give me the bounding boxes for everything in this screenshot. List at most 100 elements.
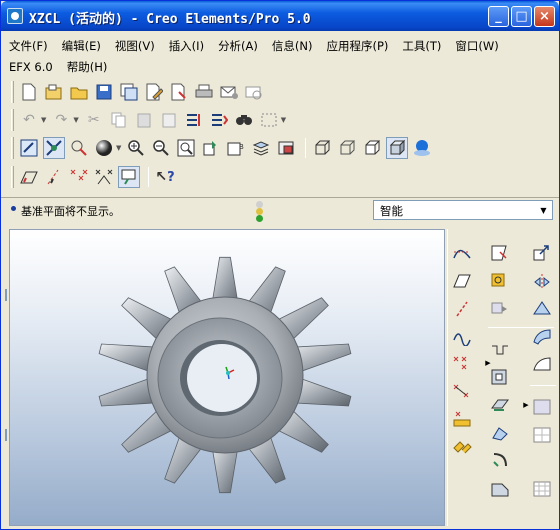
enhanced-realism-icon[interactable] [411, 137, 433, 159]
regenerate-icon[interactable] [183, 109, 205, 131]
mail-link-icon[interactable] [243, 81, 265, 103]
svg-text:B: B [239, 143, 244, 151]
appearance-icon[interactable] [93, 137, 115, 159]
copy-geometry-icon[interactable] [530, 241, 554, 265]
print-icon[interactable] [193, 81, 215, 103]
insert-feature-icon[interactable] [488, 297, 512, 321]
round-icon[interactable] [488, 393, 512, 417]
view-manager-icon[interactable] [275, 137, 297, 159]
refit-icon[interactable] [175, 137, 197, 159]
menu-window[interactable]: 窗口(W) [455, 38, 498, 54]
maximize-button[interactable]: □ [511, 6, 532, 27]
undo-dropdown-icon[interactable]: ▼ [41, 116, 46, 124]
coordinate-systems-icon[interactable] [93, 166, 115, 188]
spin-center-icon[interactable] [43, 137, 65, 159]
datum-points-icon[interactable] [68, 166, 90, 188]
saved-views-icon[interactable]: B [225, 137, 247, 159]
repaint-icon[interactable] [18, 137, 40, 159]
save-icon[interactable] [93, 81, 115, 103]
select-box-icon[interactable] [258, 109, 280, 131]
find-icon[interactable] [233, 109, 255, 131]
graphics-viewport[interactable] [9, 229, 445, 526]
zoom-in-icon[interactable] [125, 137, 147, 159]
menu-view[interactable]: 视图(V) [115, 38, 155, 54]
menu-efx[interactable]: EFX 6.0 [9, 60, 53, 74]
menu-info[interactable]: 信息(N) [272, 38, 313, 54]
paste-special-icon[interactable] [158, 109, 180, 131]
close-button[interactable]: × [534, 6, 555, 27]
no-hidden-icon[interactable] [361, 137, 383, 159]
redo-icon[interactable]: ↷ [50, 109, 72, 131]
datum-axis-icon[interactable] [450, 297, 474, 321]
save-copy-icon[interactable] [118, 81, 140, 103]
field-point-icon[interactable] [450, 407, 474, 431]
sketch-icon[interactable] [488, 241, 512, 265]
menu-edit[interactable]: 编辑(E) [62, 38, 101, 54]
edit-toolbar: ↶ ▼ ↷ ▼ ✂ ▼ [9, 107, 290, 133]
chevron-down-icon[interactable]: ▼ [535, 201, 552, 219]
chamfer-icon[interactable] [488, 477, 512, 501]
toolbar-grip[interactable] [11, 137, 14, 159]
draft-icon[interactable] [530, 353, 554, 377]
redo-dropdown-icon[interactable]: ▼ [73, 116, 78, 124]
regen-status-light-icon[interactable] [255, 200, 265, 222]
select-dropdown-icon[interactable]: ▼ [281, 116, 286, 124]
layers-icon[interactable] [250, 137, 272, 159]
erase-icon[interactable] [168, 81, 190, 103]
mirror-icon[interactable] [530, 269, 554, 293]
menu-help[interactable]: 帮助(H) [67, 59, 108, 75]
title-bar[interactable]: XZCL (活动的) - Creo Elements/Pro 5.0 _ □ × [1, 1, 559, 31]
array-icon[interactable] [530, 423, 554, 447]
regenerate-manager-icon[interactable] [208, 109, 230, 131]
menu-analysis[interactable]: 分析(A) [218, 38, 258, 54]
csys-icon[interactable] [450, 435, 474, 459]
file-toolbar [9, 79, 268, 105]
shading-icon[interactable] [386, 137, 409, 159]
datum-point-icon[interactable] [450, 351, 474, 375]
selection-filter-select[interactable]: 智能 ▼ [373, 200, 553, 220]
toolbar-grip[interactable] [11, 109, 14, 131]
paste-icon[interactable] [133, 109, 155, 131]
wireframe-icon[interactable] [311, 137, 333, 159]
zoom-out-icon[interactable] [150, 137, 172, 159]
rib-icon[interactable] [488, 449, 512, 473]
pattern-icon[interactable] [530, 395, 554, 419]
fillet-icon[interactable] [488, 339, 512, 363]
mail-icon[interactable] [218, 81, 240, 103]
toolbar-grip[interactable] [11, 81, 14, 103]
hidden-line-icon[interactable] [336, 137, 358, 159]
new-icon[interactable] [18, 81, 40, 103]
hole-icon[interactable] [488, 421, 512, 445]
toolbar-grip[interactable] [11, 166, 14, 188]
cut-icon[interactable]: ✂ [83, 109, 105, 131]
menu-insert[interactable]: 插入(I) [169, 38, 204, 54]
menu-file[interactable]: 文件(F) [9, 38, 48, 54]
extrude-icon[interactable] [530, 325, 554, 349]
app-icon[interactable] [7, 8, 23, 24]
open-icon[interactable] [43, 81, 65, 103]
grid-icon[interactable] [530, 477, 554, 501]
menu-applications[interactable]: 应用程序(P) [326, 38, 388, 54]
minimize-button[interactable]: _ [488, 6, 509, 27]
context-help-icon[interactable]: ↖? [154, 166, 176, 188]
copy-icon[interactable] [108, 109, 130, 131]
reorient-icon[interactable] [200, 137, 222, 159]
message-area: 基准平面将不显示。 智能 ▼ [1, 197, 559, 225]
datum-planes-icon[interactable] [18, 166, 40, 188]
shell-icon[interactable] [488, 365, 512, 389]
sketch-curve-icon[interactable] [450, 241, 474, 265]
annotation-icon[interactable] [118, 166, 140, 188]
datum-curve-icon[interactable] [450, 325, 474, 349]
datum-plane-icon[interactable] [450, 269, 474, 293]
gear-model[interactable] [10, 230, 446, 527]
appearance-dropdown-icon[interactable]: ▼ [116, 144, 121, 152]
sketch-view-icon[interactable] [488, 269, 512, 293]
trim-icon[interactable] [530, 297, 554, 321]
offset-point-icon[interactable] [450, 379, 474, 403]
folder-icon[interactable] [68, 81, 90, 103]
datum-axes-icon[interactable] [43, 166, 65, 188]
edit-icon[interactable] [143, 81, 165, 103]
orient-icon[interactable] [68, 137, 90, 159]
menu-tools[interactable]: 工具(T) [402, 38, 441, 54]
undo-icon[interactable]: ↶ [18, 109, 40, 131]
